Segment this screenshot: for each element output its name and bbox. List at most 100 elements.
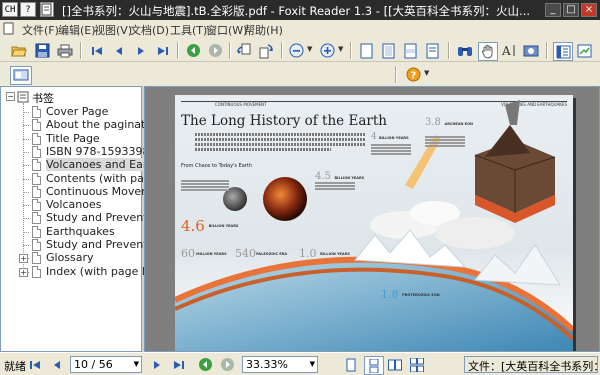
menu-file[interactable]: 文件(F) [22,22,59,38]
bookmark-root-label[interactable]: 书签 [32,90,54,106]
next-page-icon[interactable] [132,42,150,59]
tree-line [23,245,29,246]
text-column [425,135,465,148]
toolbar-separator [546,42,548,59]
bookmark-label: Glossary [46,251,94,264]
era-label: PALEOZOIC ERA [256,251,288,256]
era-number: 3.8 [425,117,441,128]
fit-width-icon[interactable] [402,42,420,59]
menu-edit[interactable]: 编辑(E) [58,22,96,38]
forward-icon[interactable] [206,42,224,59]
help-circle-icon[interactable]: ? [404,66,422,83]
menu-tools[interactable]: 工具(T) [170,22,207,38]
era-label: BILLION YEARS [320,251,350,256]
toolbar-separator [80,42,82,59]
select-text-icon[interactable]: A [500,42,518,59]
maximize-button[interactable]: □ [563,3,579,17]
status-bar: 就绪 10 / 56 ▼ 33.33% ▼ 文件：[大英百科全书系列：火 [0,352,600,375]
actual-size-icon[interactable] [358,42,376,59]
svg-text:?: ? [410,71,416,82]
bookmark-panel-icon[interactable] [553,42,573,61]
bookmark-item[interactable]: + Index (with page links) [19,265,171,279]
zoom-in-icon[interactable] [318,42,336,59]
bookmark-page-icon [32,146,41,158]
era-number: 1.8 [381,288,399,301]
document-menu-icon[interactable] [2,21,16,36]
title-bar: CH ? []全书系列：火山与地震].tB.全彩版.pdf - Foxit Re… [0,0,600,20]
era-number: 4.6 [181,217,205,235]
open-folder-icon[interactable] [10,42,28,59]
facing-pages-icon[interactable] [386,356,404,373]
last-page-icon[interactable] [154,42,172,59]
zoom-out-icon[interactable] [287,42,305,59]
era-number: 1.0 [299,247,317,260]
tree-line [23,179,29,180]
first-page-icon[interactable] [88,42,106,59]
bookmark-item[interactable]: Study and Prevention [23,211,164,225]
previous-page-icon[interactable] [48,356,66,373]
menu-window[interactable]: 窗口(W) [206,22,247,38]
language-indicator-icon[interactable]: CH [2,2,18,17]
zoom-field[interactable]: 33.33% ▼ [242,356,318,373]
document-viewer[interactable]: CONTINUOUS MOVEMENT VOLCANOES AND EARTHQ… [144,86,600,352]
save-icon[interactable] [33,42,51,59]
last-page-icon[interactable] [170,356,188,373]
expand-icon[interactable]: + [19,268,28,277]
bookmark-item[interactable]: + Glossary [19,251,142,265]
era-label: PROTEROZOIC EON [402,292,440,297]
file-name-value: 文件：[大英百科全书系列：火 [468,360,597,373]
previous-page-icon[interactable] [110,42,128,59]
era-number: 4 [371,132,377,142]
pdf-page[interactable]: CONTINUOUS MOVEMENT VOLCANOES AND EARTHQ… [175,95,573,351]
tree-line [23,232,29,233]
minimize-button[interactable]: _ [545,3,561,17]
first-page-icon[interactable] [26,356,44,373]
single-page-icon[interactable] [342,356,360,373]
bookmark-item[interactable]: Volcanoes and Earthqu [23,158,173,172]
forward-icon[interactable] [218,356,236,373]
zoom-value: 33.33% [246,358,288,371]
back-icon[interactable] [196,356,214,373]
expand-icon[interactable]: + [19,254,28,263]
rotate-left-icon[interactable] [235,42,253,59]
svg-text:A: A [501,44,511,58]
era-label: BILLION YEARS [378,136,409,141]
back-icon[interactable] [184,42,202,59]
continuous-page-icon[interactable] [364,356,384,375]
bookmark-item[interactable]: About the pagination c [23,118,172,132]
page-dropdown-icon[interactable]: ▼ [134,360,139,368]
bookmark-page-icon [32,266,41,278]
snapshot-icon[interactable] [522,42,540,59]
fit-page-icon[interactable] [380,42,398,59]
secondary-toolbar: ? ▼ [0,62,600,86]
bookmark-page-icon [32,239,41,251]
close-button[interactable]: × [581,3,597,17]
rotate-right-icon[interactable] [257,42,275,59]
zoom-in-dropdown-icon[interactable]: ▼ [338,45,343,53]
bookmark-panel: − 书签 Cover Page About the pagination c Tit… [0,86,173,352]
menu-view[interactable]: 视图(V) [94,22,132,38]
menu-document[interactable]: 文档(D) [130,22,169,38]
next-page-icon[interactable] [148,356,166,373]
print-icon[interactable] [56,42,74,59]
bookmark-page-icon [32,252,41,264]
help-dropdown-icon[interactable]: ▼ [424,69,429,77]
tree-line [23,112,29,113]
era-number: 540 [235,247,256,260]
help-icon[interactable]: ? [20,2,36,17]
collapse-root-icon[interactable]: − [6,92,15,101]
hand-tool-icon[interactable] [478,42,498,61]
bookmark-page-icon [32,226,41,238]
page-number-field[interactable]: 10 / 56 ▼ [70,356,142,373]
extra-tools-icon[interactable] [575,42,593,59]
menu-help[interactable]: 帮助(H) [244,22,283,38]
zoom-out-dropdown-icon[interactable]: ▼ [307,45,312,53]
toolbar-separator [177,42,179,59]
era-label: BILLION YEARS [208,223,239,228]
tree-line [23,192,29,193]
screen-view-icon[interactable] [10,66,32,85]
find-binoculars-icon[interactable] [456,42,474,59]
continuous-facing-icon[interactable] [408,356,426,373]
zoom-dropdown-icon[interactable]: ▼ [310,360,315,368]
fit-visible-icon[interactable] [424,42,442,59]
